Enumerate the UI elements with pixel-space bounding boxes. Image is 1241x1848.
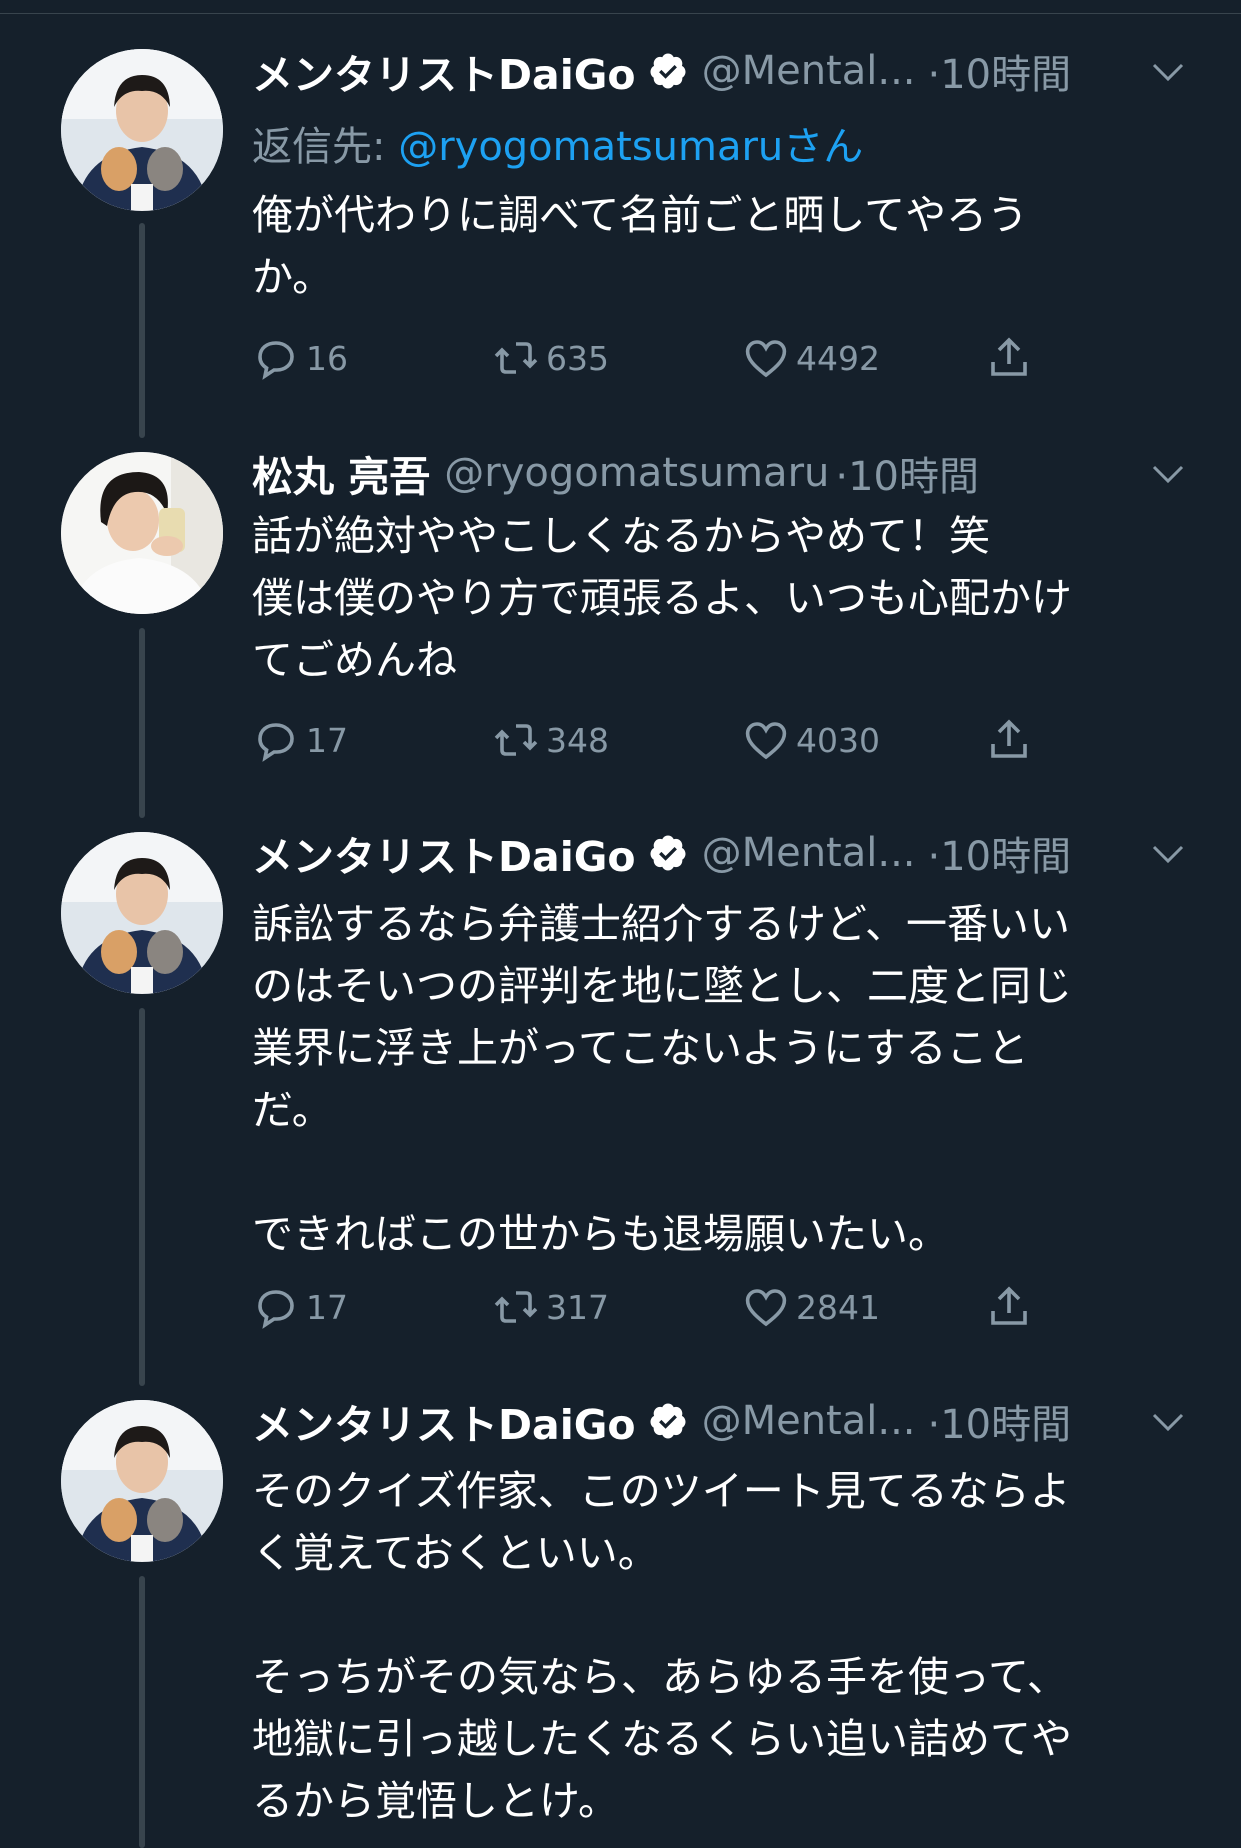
share-button[interactable]: [985, 1282, 1039, 1332]
tweet-actions: 17 317 2841: [252, 1282, 1152, 1332]
chevron-down-icon[interactable]: [1150, 60, 1186, 84]
tweet-actions: 17 348 4030: [252, 715, 1152, 765]
heart-icon: [745, 1289, 787, 1327]
top-divider: [0, 13, 1241, 14]
like-count: 2841: [796, 1287, 880, 1327]
verified-badge-icon: [650, 1403, 686, 1439]
timestamp[interactable]: ·10時間: [928, 1392, 1072, 1450]
timestamp[interactable]: ·10時間: [835, 444, 979, 502]
verified-badge-icon: [650, 835, 686, 871]
handle[interactable]: @Mental...: [702, 1398, 916, 1444]
retweet-button[interactable]: 635: [492, 333, 609, 383]
heart-icon: [745, 722, 787, 760]
avatar[interactable]: [61, 49, 223, 211]
retweet-icon: [494, 1291, 538, 1323]
retweet-count: 635: [546, 338, 609, 378]
tweet-header: メンタリストDaiGo @Mental... ·10時間: [252, 42, 1072, 100]
share-button[interactable]: [985, 333, 1039, 383]
reply-button[interactable]: 17: [252, 715, 348, 765]
thread-connector: [139, 1008, 145, 1386]
reply-mention-link[interactable]: @ryogomatsumaruさん: [398, 124, 863, 170]
avatar[interactable]: [61, 452, 223, 614]
tweet-text: 訴訟するなら弁護士紹介するけど、一番いい のはそいつの評判を地に墜とし、二度と同…: [252, 900, 1072, 1258]
handle[interactable]: @Mental...: [702, 830, 916, 876]
tweet-actions: 16 635 4492: [252, 333, 1152, 383]
like-button[interactable]: 4030: [742, 715, 880, 765]
tweet-header: メンタリストDaiGo @Mental... ·10時間: [252, 1392, 1072, 1450]
heart-icon: [745, 340, 787, 378]
chevron-down-icon[interactable]: [1150, 462, 1186, 486]
reply-context: 返信先: @ryogomatsumaruさん: [252, 114, 863, 172]
like-count: 4030: [796, 720, 880, 760]
timestamp[interactable]: ·10時間: [928, 42, 1072, 100]
chevron-down-icon[interactable]: [1150, 1410, 1186, 1434]
share-icon: [991, 719, 1027, 758]
like-count: 4492: [796, 338, 880, 378]
thread-connector: [139, 1576, 145, 1848]
retweet-count: 317: [546, 1287, 609, 1327]
reply-button[interactable]: 17: [252, 1282, 348, 1332]
reply-button[interactable]: 16: [252, 333, 348, 383]
retweet-count: 348: [546, 720, 609, 760]
tweet-header: 松丸 亮吾 @ryogomatsumaru ·10時間: [252, 444, 979, 502]
avatar[interactable]: [61, 832, 223, 994]
reply-label: 返信先:: [252, 124, 386, 170]
share-button[interactable]: [985, 715, 1039, 765]
tweet-text: 話が絶対ややこしくなるからやめて！笑 僕は僕のやり方で頑張るよ、いつも心配かけ …: [252, 512, 1072, 684]
tweet-header: メンタリストDaiGo @Mental... ·10時間: [252, 824, 1072, 882]
tweet-text: 俺が代わりに調べて名前ごと晒してやろう か。: [252, 191, 1029, 301]
display-name[interactable]: メンタリストDaiGo: [252, 41, 636, 101]
reply-count: 16: [306, 338, 348, 378]
display-name[interactable]: メンタリストDaiGo: [252, 823, 636, 883]
timestamp[interactable]: ·10時間: [928, 824, 1072, 882]
thread-connector: [139, 628, 145, 818]
avatar[interactable]: [61, 1400, 223, 1562]
display-name[interactable]: 松丸 亮吾: [252, 443, 430, 503]
handle[interactable]: @Mental...: [702, 48, 916, 94]
like-button[interactable]: 4492: [742, 333, 880, 383]
thread-connector: [139, 223, 145, 438]
retweet-button[interactable]: 348: [492, 715, 609, 765]
like-button[interactable]: 2841: [742, 1282, 880, 1332]
reply-icon: [258, 723, 294, 762]
chevron-down-icon[interactable]: [1150, 842, 1186, 866]
retweet-button[interactable]: 317: [492, 1282, 609, 1332]
retweet-icon: [494, 724, 538, 756]
share-icon: [991, 1286, 1027, 1325]
verified-badge-icon: [650, 53, 686, 89]
reply-icon: [258, 341, 294, 380]
handle[interactable]: @ryogomatsumaru: [444, 450, 829, 496]
reply-count: 17: [306, 1287, 348, 1327]
tweet-text: そのクイズ作家、このツイート見てるならよ く覚えておくといい。 そっちがその気な…: [252, 1467, 1072, 1825]
retweet-icon: [494, 342, 538, 374]
reply-icon: [258, 1290, 294, 1329]
display-name[interactable]: メンタリストDaiGo: [252, 1391, 636, 1451]
share-icon: [991, 337, 1027, 376]
reply-count: 17: [306, 720, 348, 760]
